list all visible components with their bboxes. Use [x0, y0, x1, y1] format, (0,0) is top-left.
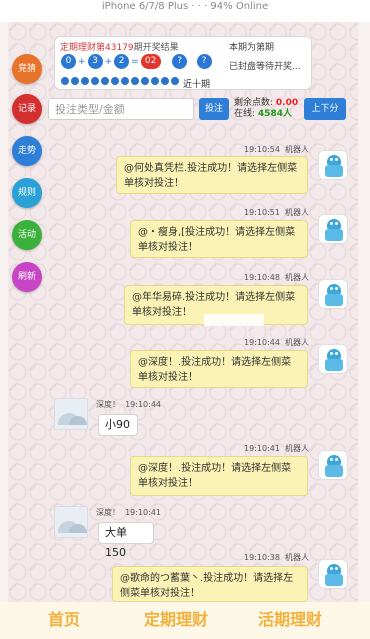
robot-avatar — [318, 214, 348, 244]
message-meta: 19:10:44 机器人 — [244, 337, 309, 348]
message-meta: 19:10:54 机器人 — [244, 144, 309, 155]
message-bubble: 大单150 — [98, 522, 154, 559]
result-ball: 2 — [114, 54, 130, 69]
history-dots[interactable] — [61, 75, 181, 88]
bet-button[interactable]: 投注 — [199, 98, 229, 120]
next-period: 本期为第期 — [229, 43, 275, 53]
plus-sign: + — [78, 56, 86, 67]
message-meta: 19:10:51 机器人 — [244, 207, 309, 218]
message-bubble: @何处真凭栏.投注成功！请选择左侧菜单核对投注！ — [116, 156, 308, 194]
message-sender: 机器人 — [285, 444, 310, 453]
status-bar: iPhone 6/7/8 Plus · · · 94% Online — [0, 0, 370, 22]
message-sender: 机器人 — [285, 273, 310, 282]
bet-input[interactable]: 投注类型/金额 — [48, 98, 194, 120]
message-meta: 深度！ 19:10:41 — [96, 507, 161, 518]
record-button[interactable]: 记录 — [12, 94, 42, 124]
result-ball: 0 — [61, 54, 76, 69]
message-time: 19:10:44 — [244, 338, 280, 347]
recent-ten-label[interactable]: 近十期 — [183, 77, 210, 90]
message-sender: 深度！ — [96, 508, 120, 517]
period-number: 43179 — [105, 43, 134, 53]
message-time: 19:10:44 — [125, 400, 162, 409]
period-prefix: 定期理财第 — [60, 43, 106, 53]
bottom-nav: 首页 定期理财 活期理财 — [0, 602, 370, 639]
message-time: 19:10:48 — [244, 273, 280, 282]
unknown-ball: ? — [196, 54, 212, 69]
chat-room: 竞猜 记录 走势 规则 活动 刷新 定期理财第43179期开奖结果 本期为第期 … — [8, 22, 358, 602]
guess-button[interactable]: 竞猜 — [12, 54, 42, 84]
message-meta: 19:10:38 机器人 — [244, 552, 309, 563]
redaction-blur — [204, 314, 264, 326]
points-label: 剩余点数: — [234, 98, 274, 108]
message-bubble: 小90 — [98, 414, 138, 436]
message-time: 19:10:41 — [244, 444, 280, 453]
online-value: 4584人 — [257, 109, 292, 119]
points-value: 0.00 — [275, 98, 299, 108]
rules-button[interactable]: 规则 — [12, 178, 42, 208]
equals-sign: = — [131, 56, 139, 67]
message-bubble: @深度！.投注成功！请选择左侧菜单核对投注！ — [130, 350, 308, 388]
trend-button[interactable]: 走势 — [12, 136, 42, 166]
nav-home[interactable]: 首页 — [48, 606, 80, 630]
user-avatar — [54, 506, 88, 538]
message-time: 19:10:38 — [244, 553, 280, 562]
message-bubble: @歌命的つ蓄葉丶.投注成功！请选择左侧菜单核对投注！ — [112, 566, 308, 602]
message-sender: 机器人 — [285, 553, 310, 562]
robot-avatar — [318, 450, 348, 480]
message-meta: 深度！ 19:10:44 — [96, 399, 161, 410]
nav-current-finance[interactable]: 活期理财 — [258, 606, 322, 630]
lottery-result-panel: 定期理财第43179期开奖结果 本期为第期 0 +3 +2 = 02 ? ? 已封盘等待… — [54, 36, 312, 90]
points-info: 剩余点数: 0.00 在线: 4584人 — [234, 98, 298, 120]
robot-avatar — [318, 559, 348, 589]
robot-avatar — [318, 344, 348, 374]
status-bar-text: iPhone 6/7/8 Plus · · · 94% Online — [101, 1, 269, 12]
period-suffix: 期开奖结果 — [133, 43, 179, 53]
message-sender: 机器人 — [285, 145, 310, 154]
message-bubble: @・瘦身,[投注成功！请选择左侧菜单核对投注！ — [130, 220, 308, 258]
result-balls: 0 +3 +2 = 02 ? ? — [61, 54, 212, 70]
unknown-ball: ? — [172, 54, 188, 69]
period-line: 定期理财第43179期开奖结果 — [60, 40, 179, 53]
robot-avatar — [318, 279, 348, 309]
nav-fixed-finance[interactable]: 定期理财 — [144, 606, 208, 630]
message-sender: 深度！ — [96, 400, 120, 409]
up-down-points-button[interactable]: 上下分 — [304, 98, 346, 120]
message-bubble: @深度！.投注成功！请选择左侧菜单核对投注！ — [130, 456, 308, 496]
robot-avatar — [318, 150, 348, 180]
user-avatar — [54, 398, 88, 430]
message-time: 19:10:41 — [125, 508, 162, 517]
result-ball: 3 — [87, 54, 103, 69]
activity-button[interactable]: 活动 — [12, 220, 42, 250]
message-sender: 机器人 — [285, 208, 310, 217]
message-time: 19:10:54 — [244, 145, 280, 154]
message-meta: 19:10:48 机器人 — [244, 272, 309, 283]
message-time: 19:10:51 — [244, 208, 280, 217]
result-sum-ball: 02 — [140, 54, 161, 69]
refresh-button[interactable]: 刷新 — [12, 262, 42, 292]
plus-sign: + — [104, 56, 113, 67]
message-meta: 19:10:41 机器人 — [244, 443, 309, 454]
message-sender: 机器人 — [285, 338, 310, 347]
status-text: 已封盘等待开奖... — [229, 62, 301, 72]
online-label: 在线: — [234, 109, 256, 119]
